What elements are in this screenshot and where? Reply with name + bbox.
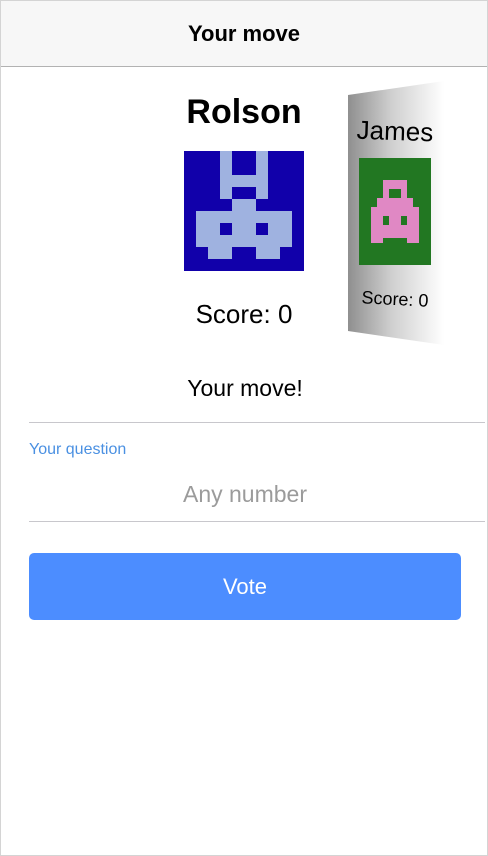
nav-title: Your move — [187, 20, 301, 46]
divider — [29, 521, 485, 522]
current-player-name: Rolson — [186, 93, 302, 131]
current-player-avatar — [184, 151, 304, 271]
vote-button[interactable]: Vote — [29, 553, 461, 620]
current-player-score: Score: 0 — [195, 299, 293, 329]
navigation-bar: Your move — [1, 1, 487, 67]
pixel-creature-icon — [359, 158, 431, 265]
next-player-avatar — [359, 158, 431, 265]
question-field-label: Your question — [29, 441, 127, 458]
question-input[interactable] — [29, 474, 461, 514]
next-player-name: James — [356, 114, 434, 148]
app-screen: Your move Rolson Score: 0 James Score: 0… — [0, 0, 488, 856]
pixel-robot-icon — [184, 151, 304, 271]
turn-status: Your move! — [187, 375, 303, 401]
divider — [29, 422, 485, 423]
next-player-score: Score: 0 — [361, 287, 430, 311]
